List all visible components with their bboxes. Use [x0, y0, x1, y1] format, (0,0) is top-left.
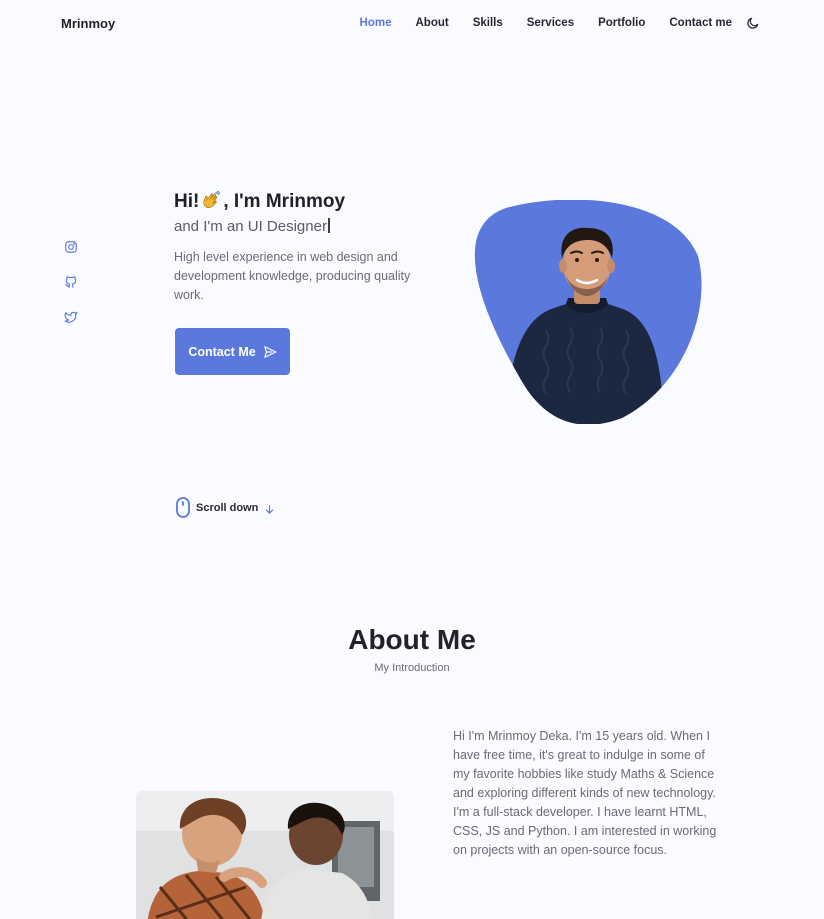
hero-subtitle-text: and I'm an UI Designer: [174, 218, 327, 235]
nav-services[interactable]: Services: [527, 17, 574, 29]
send-icon: [263, 345, 277, 359]
waving-hand-icon: [201, 190, 221, 210]
site-logo[interactable]: Mrinmoy: [61, 16, 115, 31]
arrow-down-icon: [264, 502, 275, 514]
site-header: Mrinmoy Home About Skills Services Portf…: [0, 0, 824, 48]
nav-skills[interactable]: Skills: [473, 17, 503, 29]
social-links: [64, 240, 78, 345]
contact-me-button[interactable]: Contact Me: [175, 328, 290, 375]
contact-me-label: Contact Me: [188, 344, 256, 359]
instagram-icon[interactable]: [64, 240, 78, 254]
nav-about[interactable]: About: [415, 17, 448, 29]
main-nav: Home About Skills Services Portfolio Con…: [336, 16, 760, 30]
hero-greeting-pre: Hi!: [174, 191, 200, 212]
hero-title: Hi! , I'm Mrinmoy: [174, 190, 345, 213]
nav-home[interactable]: Home: [360, 17, 392, 29]
about-paragraph-2: I'm a full-stack developer. I have learn…: [453, 805, 717, 857]
about-paragraph-1: Hi I'm Mrinmoy Deka. I'm 15 years old. W…: [453, 729, 716, 800]
nav-portfolio[interactable]: Portfolio: [598, 17, 645, 29]
moon-icon[interactable]: [746, 16, 760, 30]
hero-greeting-post: , I'm Mrinmoy: [223, 191, 346, 212]
scroll-down-button[interactable]: Scroll down: [176, 497, 275, 518]
twitter-icon[interactable]: [64, 310, 78, 324]
about-description: Hi I'm Mrinmoy Deka. I'm 15 years old. W…: [453, 727, 718, 860]
nav-contact[interactable]: Contact me: [669, 17, 732, 29]
hero-description: High level experience in web design and …: [174, 250, 411, 302]
profile-image: [462, 199, 704, 425]
hero-subtitle: and I'm an UI Designer: [174, 218, 330, 235]
about-subtitle: My Introduction: [374, 662, 450, 674]
github-icon[interactable]: [64, 275, 78, 289]
about-image: [136, 791, 394, 919]
typing-caret: [327, 218, 330, 233]
scroll-down-label: Scroll down: [196, 501, 259, 514]
mouse-icon: [176, 497, 190, 518]
about-title: About Me: [348, 624, 476, 655]
